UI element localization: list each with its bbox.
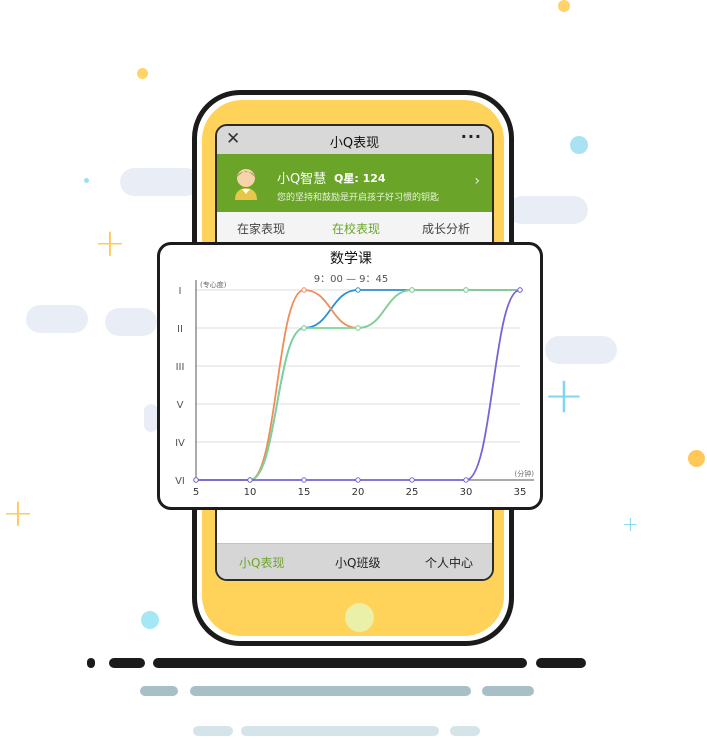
decor-pill xyxy=(508,196,588,224)
nav-class[interactable]: 小Q班级 xyxy=(335,554,380,571)
series-line xyxy=(196,289,521,481)
floor-line xyxy=(153,658,527,668)
data-point xyxy=(301,477,307,483)
decor-dot xyxy=(558,0,570,12)
decor-dot xyxy=(570,136,588,154)
y-tick-label: IV xyxy=(175,438,185,449)
x-tick-label: 20 xyxy=(352,487,365,498)
chevron-right-icon: › xyxy=(474,173,480,189)
decor-dot xyxy=(688,450,705,467)
q-star-count: Q星: 124 xyxy=(334,172,386,185)
data-point xyxy=(355,287,361,293)
x-tick-label: 25 xyxy=(406,487,419,498)
floor-line xyxy=(450,726,480,736)
y-tick-label: II xyxy=(177,324,183,335)
y-tick-label: III xyxy=(176,362,185,373)
tab-home[interactable]: 在家表现 xyxy=(237,220,285,237)
data-point xyxy=(463,477,469,483)
floor-line xyxy=(241,726,439,736)
decor-dot xyxy=(84,178,89,183)
decor-pill xyxy=(105,308,157,336)
x-tick-label: 15 xyxy=(298,487,311,498)
floor-line xyxy=(536,658,586,668)
data-point xyxy=(301,325,307,331)
window-title: 小Q表现 xyxy=(329,136,380,151)
tab-growth[interactable]: 成长分析 xyxy=(422,220,470,237)
floor-line xyxy=(109,658,145,668)
x-axis-label: (分钟) xyxy=(515,469,535,478)
profile-name: 小Q智慧 xyxy=(277,172,327,187)
title-bar: ✕ 小Q表现 ··· xyxy=(217,126,492,155)
floor-line xyxy=(87,658,95,668)
nav-profile[interactable]: 个人中心 xyxy=(425,554,473,571)
x-tick-label: 35 xyxy=(514,487,527,498)
plus-decor-icon: + xyxy=(2,491,34,535)
plus-decor-icon: + xyxy=(622,512,639,536)
decor-pill xyxy=(26,305,88,333)
decor-dot xyxy=(141,611,159,629)
profile-subtitle: 您的坚持和鼓励是开启孩子好习惯的钥匙 xyxy=(277,193,440,203)
profile-banner[interactable]: 小Q智慧 Q星: 124 您的坚持和鼓励是开启孩子好习惯的钥匙 › xyxy=(217,154,492,212)
home-button[interactable] xyxy=(345,603,374,632)
child-avatar-icon xyxy=(235,169,257,200)
y-tick-label: V xyxy=(177,400,184,411)
bottom-nav: 小Q表现 小Q班级 个人中心 xyxy=(217,543,492,579)
data-point xyxy=(409,287,415,293)
data-point xyxy=(409,477,415,483)
data-point xyxy=(247,477,253,483)
decor-dot xyxy=(137,68,148,79)
tab-bar: 在家表现 在校表现 成长分析 xyxy=(217,212,492,242)
floor-line xyxy=(190,686,471,696)
data-point xyxy=(301,287,307,293)
y-axis-label: (专心度) xyxy=(200,280,227,289)
x-tick-label: 30 xyxy=(460,487,473,498)
tab-school[interactable]: 在校表现 xyxy=(332,220,380,237)
floor-line xyxy=(482,686,534,696)
floor-line xyxy=(140,686,178,696)
series-line xyxy=(196,289,520,481)
data-point xyxy=(355,477,361,483)
plus-decor-icon: + xyxy=(543,366,585,424)
decor-pill xyxy=(545,336,617,364)
data-point xyxy=(355,325,361,331)
floor-line xyxy=(193,726,233,736)
x-tick-label: 5 xyxy=(193,487,199,498)
more-icon[interactable]: ··· xyxy=(461,127,482,146)
y-tick-label: VI xyxy=(175,476,185,487)
decor-pill xyxy=(144,404,158,432)
series-line xyxy=(196,289,520,481)
nav-performance[interactable]: 小Q表现 xyxy=(239,554,284,571)
line-chart: IIIIIIVIVVI5 10 15 20 25 30 35(专心度)(分钟) xyxy=(175,280,535,498)
data-point xyxy=(463,287,469,293)
data-point xyxy=(517,287,523,293)
decor-pill xyxy=(120,168,200,196)
series-line xyxy=(196,289,520,481)
y-tick-label: I xyxy=(179,286,182,297)
x-tick-label: 10 xyxy=(244,487,257,498)
data-point xyxy=(193,477,199,483)
plus-decor-icon: + xyxy=(94,221,126,265)
